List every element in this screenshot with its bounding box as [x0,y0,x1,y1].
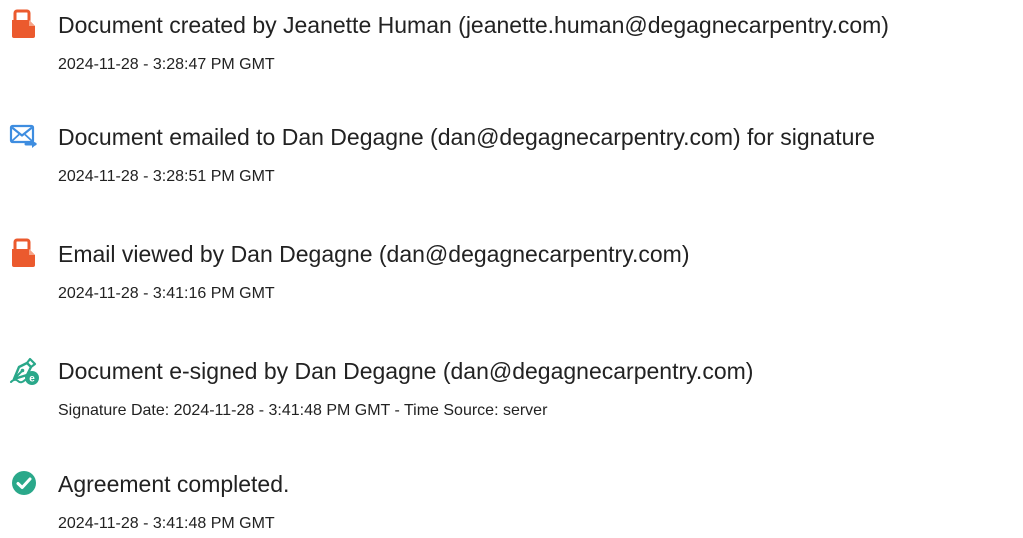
event-timestamp: 2024-11-28 - 3:41:48 PM GMT [58,515,275,532]
document-icon [8,8,40,40]
event-title: Document e-signed by Dan Degagne (dan@de… [58,358,754,384]
event-signature-date: Signature Date: 2024-11-28 - 3:41:48 PM … [58,402,548,419]
event-title: Agreement completed. [58,471,290,497]
esign-pen-icon: e [8,354,40,386]
email-icon [8,120,40,152]
event-timestamp: 2024-11-28 - 3:28:51 PM GMT [58,168,275,185]
checkmark-circle-icon [8,467,40,499]
event-title: Email viewed by Dan Degagne (dan@degagne… [58,241,690,267]
event-timestamp: 2024-11-28 - 3:41:16 PM GMT [58,285,275,302]
event-title: Document emailed to Dan Degagne (dan@deg… [58,124,875,150]
svg-text:e: e [29,374,35,385]
event-title: Document created by Jeanette Human (jean… [58,12,889,38]
document-icon [8,237,40,269]
event-timestamp: 2024-11-28 - 3:28:47 PM GMT [58,56,275,73]
